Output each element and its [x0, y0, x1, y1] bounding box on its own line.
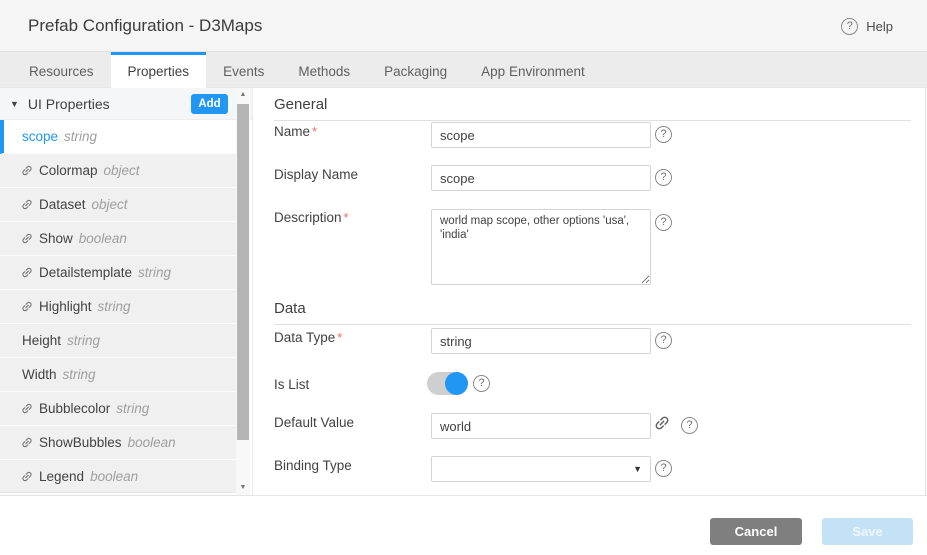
property-name: Show	[39, 231, 73, 246]
link-icon	[17, 433, 36, 452]
save-button[interactable]: Save	[822, 518, 913, 545]
tab-methods[interactable]: Methods	[281, 52, 367, 88]
name-help-icon[interactable]: ?	[655, 126, 672, 143]
tab-bar: Resources Properties Events Methods Pack…	[0, 52, 927, 88]
display-name-input[interactable]	[431, 165, 651, 191]
tab-properties[interactable]: Properties	[111, 52, 207, 88]
property-name: Colormap	[39, 163, 98, 178]
property-name: Height	[22, 333, 61, 348]
ui-properties-header: ▼ UI Properties Add	[0, 88, 252, 120]
required-marker: *	[337, 330, 342, 345]
property-item-scope[interactable]: scope string	[0, 120, 236, 154]
scroll-up-icon[interactable]: ▲	[236, 88, 250, 102]
tab-packaging[interactable]: Packaging	[367, 52, 464, 88]
property-type: string	[67, 333, 100, 348]
property-type: boolean	[90, 469, 138, 484]
tab-events[interactable]: Events	[206, 52, 281, 88]
property-type: boolean	[128, 435, 176, 450]
add-property-button[interactable]: Add	[191, 94, 228, 114]
default-value-label: Default Value	[274, 415, 354, 431]
property-config-panel: General Name* ? Display Name ? Descripti…	[252, 88, 926, 495]
property-type: string	[98, 299, 131, 314]
required-marker: *	[344, 210, 349, 225]
name-input[interactable]	[431, 122, 651, 148]
help-icon[interactable]: ?	[841, 18, 858, 35]
property-name: Width	[22, 367, 57, 382]
property-name: scope	[22, 129, 58, 144]
property-name: Highlight	[39, 299, 92, 314]
link-icon	[17, 466, 36, 485]
property-item-bubblecolor[interactable]: Bubblecolor string	[0, 392, 236, 426]
property-type: string	[116, 401, 149, 416]
sidebar-scrollbar[interactable]: ▲ ▼	[236, 88, 250, 495]
display-name-help-icon[interactable]: ?	[655, 169, 672, 186]
property-item-width[interactable]: Width string	[0, 358, 236, 392]
tab-app-environment[interactable]: App Environment	[464, 52, 602, 88]
property-name: Detailstemplate	[39, 265, 132, 280]
properties-sidebar: ▼ UI Properties Add scope string Colorma…	[0, 88, 252, 495]
property-type: object	[92, 197, 128, 212]
link-icon	[17, 229, 36, 248]
display-name-label: Display Name	[274, 167, 358, 183]
property-name: Bubblecolor	[39, 401, 110, 416]
default-value-help-icon[interactable]: ?	[681, 417, 698, 434]
binding-type-select[interactable]: ▼	[431, 456, 651, 482]
data-type-label: Data Type*	[274, 330, 342, 346]
is-list-toggle[interactable]	[427, 372, 468, 395]
property-item-colormap[interactable]: Colormap object	[0, 154, 236, 188]
ui-properties-label: UI Properties	[28, 96, 110, 112]
description-textarea[interactable]: world map scope, other options 'usa', 'i…	[431, 209, 651, 285]
section-title-data: Data	[274, 292, 911, 325]
property-list: scope string Colormap object Dataset obj…	[0, 120, 236, 493]
link-icon	[17, 263, 36, 282]
property-type: string	[63, 367, 96, 382]
data-type-help-icon[interactable]: ?	[655, 332, 672, 349]
property-item-highlight[interactable]: Highlight string	[0, 290, 236, 324]
tab-resources[interactable]: Resources	[12, 52, 111, 88]
link-icon	[17, 399, 36, 418]
bind-link-icon[interactable]	[649, 410, 674, 435]
collapse-caret-icon[interactable]: ▼	[10, 99, 19, 109]
help-label[interactable]: Help	[866, 19, 893, 34]
cancel-button[interactable]: Cancel	[710, 518, 802, 545]
toggle-knob	[445, 372, 468, 395]
chevron-down-icon: ▼	[633, 464, 642, 474]
is-list-help-icon[interactable]: ?	[473, 375, 490, 392]
data-type-input[interactable]	[431, 328, 651, 354]
footer-bar: Cancel Save	[0, 495, 927, 555]
property-item-dataset[interactable]: Dataset object	[0, 188, 236, 222]
help-button[interactable]: ? Help	[841, 18, 893, 35]
title-bar: Prefab Configuration - D3Maps ? Help	[0, 0, 927, 52]
description-help-icon[interactable]: ?	[655, 214, 672, 231]
binding-type-label: Binding Type	[274, 458, 352, 474]
section-title-general: General	[274, 88, 911, 121]
name-label: Name*	[274, 124, 317, 140]
property-item-detailstemplate[interactable]: Detailstemplate string	[0, 256, 236, 290]
property-item-legend[interactable]: Legend boolean	[0, 460, 236, 493]
property-type: boolean	[79, 231, 127, 246]
link-icon	[17, 161, 36, 180]
property-item-height[interactable]: Height string	[0, 324, 236, 358]
property-name: Legend	[39, 469, 84, 484]
scroll-down-icon[interactable]: ▼	[236, 481, 250, 495]
property-item-show[interactable]: Show boolean	[0, 222, 236, 256]
default-value-input[interactable]	[431, 413, 651, 439]
property-name: Dataset	[39, 197, 86, 212]
property-item-showbubbles[interactable]: ShowBubbles boolean	[0, 426, 236, 460]
property-name: ShowBubbles	[39, 435, 122, 450]
description-label: Description*	[274, 210, 349, 226]
link-icon	[17, 195, 36, 214]
property-type: string	[64, 129, 97, 144]
link-icon	[17, 297, 36, 316]
required-marker: *	[312, 124, 317, 139]
is-list-label: Is List	[274, 377, 309, 393]
binding-type-help-icon[interactable]: ?	[655, 460, 672, 477]
property-type: object	[104, 163, 140, 178]
page-title: Prefab Configuration - D3Maps	[28, 16, 262, 36]
property-type: string	[138, 265, 171, 280]
scrollbar-thumb[interactable]	[237, 104, 249, 440]
